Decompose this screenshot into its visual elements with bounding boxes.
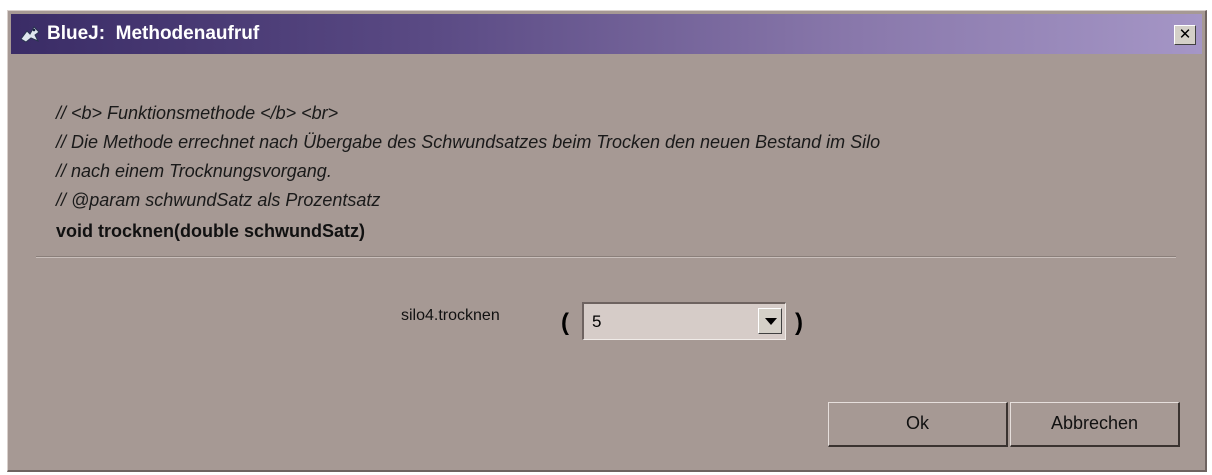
chevron-down-icon xyxy=(765,318,777,325)
method-doc-comment: // <b> Funktionsmethode </b> <br> // Die… xyxy=(56,99,880,215)
doc-line: // <b> Funktionsmethode </b> <br> xyxy=(56,103,339,123)
window-title: BlueJ: Methodenaufruf xyxy=(47,23,260,44)
doc-line: // Die Methode errechnet nach Übergabe d… xyxy=(56,132,881,152)
cancel-button[interactable]: Abbrechen xyxy=(1010,402,1180,447)
method-signature: void trocknen(double schwundSatz) xyxy=(56,221,366,241)
doc-line: // nach einem Trocknungsvorgang. xyxy=(56,161,332,181)
bluej-bird-icon xyxy=(19,23,41,45)
doc-line: // @param schwundSatz als Prozentsatz xyxy=(56,190,381,210)
close-icon: ✕ xyxy=(1178,25,1192,43)
divider xyxy=(36,256,1176,258)
dropdown-button[interactable] xyxy=(758,308,782,334)
ok-button[interactable]: Ok xyxy=(828,402,1008,447)
title-bar[interactable]: BlueJ: Methodenaufruf ✕ xyxy=(11,14,1202,54)
argument-value[interactable]: 5 xyxy=(592,312,601,332)
close-paren: ) xyxy=(795,309,803,336)
open-paren: ( xyxy=(561,309,569,336)
method-call-dialog: BlueJ: Methodenaufruf ✕ // <b> Funktions… xyxy=(7,10,1207,472)
close-button[interactable]: ✕ xyxy=(1174,25,1196,45)
method-call-label: silo4.trocknen xyxy=(401,307,500,324)
argument-combobox[interactable]: 5 xyxy=(582,302,786,340)
